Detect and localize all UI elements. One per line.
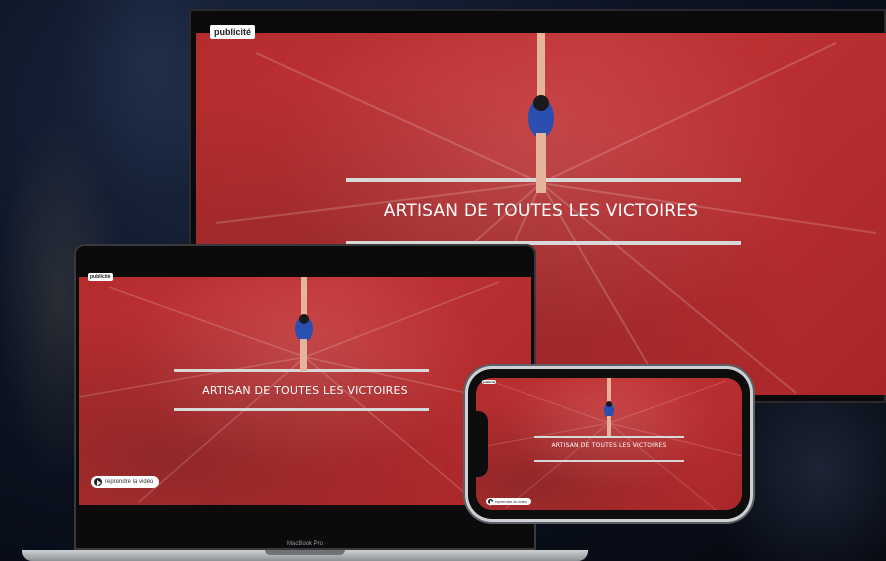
resume-video-button[interactable]: reprendre la vidéo (486, 498, 532, 507)
laptop-notch (265, 550, 345, 555)
resume-video-label: reprendre la vidéo (105, 479, 154, 485)
ad-badge: publicité (482, 380, 497, 384)
resume-video-label: reprendre la vidéo (495, 499, 528, 504)
ad-badge: publicité (88, 273, 113, 281)
ad-headline: ARTISAN DE TOUTES LES VICTOIRES (202, 384, 408, 397)
ad-headline: ARTISAN DE TOUTES LES VICTOIRES (383, 201, 699, 221)
laptop-display: ARTISAN DE TOUTES LES VICTOIRES reprendr… (74, 244, 536, 550)
laptop-brand-label: MacBook Pro (286, 541, 323, 547)
play-icon (94, 478, 102, 487)
ad-badge: publicité (210, 25, 256, 39)
ad-headline: ARTISAN DE TOUTES LES VICTOIRES (551, 442, 667, 449)
phone-video-player[interactable]: ARTISAN DE TOUTES LES VICTOIRES reprendr… (476, 378, 742, 510)
play-icon (488, 499, 494, 507)
phone-notch (474, 411, 488, 477)
resume-video-button[interactable]: reprendre la vidéo (91, 476, 160, 488)
phone-display: ARTISAN DE TOUTES LES VICTOIRES reprendr… (468, 369, 750, 519)
laptop-video-player[interactable]: ARTISAN DE TOUTES LES VICTOIRES reprendr… (79, 277, 531, 505)
